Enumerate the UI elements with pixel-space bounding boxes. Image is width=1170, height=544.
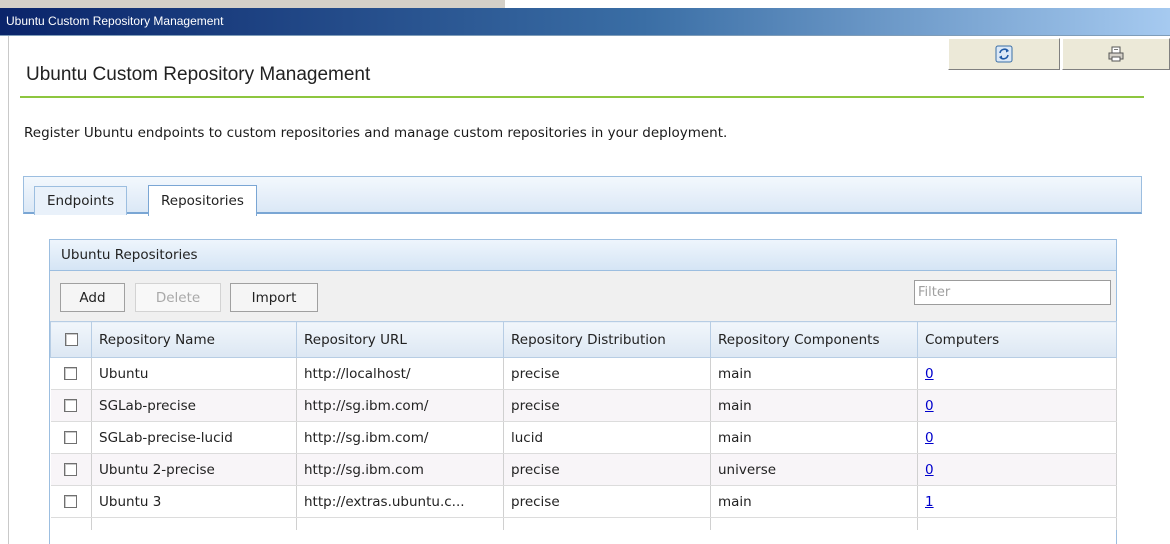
row-select-cell xyxy=(50,357,92,390)
window-titlebar: Ubuntu Custom Repository Management xyxy=(0,8,1170,36)
repository-url: http://sg.ibm.com xyxy=(296,453,504,486)
filler-cell xyxy=(503,517,711,530)
row-select-cell xyxy=(50,389,92,422)
window-title: Ubuntu Custom Repository Management xyxy=(6,14,224,28)
table-header-row: Repository Name Repository URL Repositor… xyxy=(50,321,1117,358)
refresh-icon xyxy=(995,45,1013,63)
repository-components: main xyxy=(710,357,918,390)
computers-count-link[interactable]: 0 xyxy=(925,462,934,478)
column-header-url[interactable]: Repository URL xyxy=(296,321,504,358)
filler-cell xyxy=(91,517,297,530)
select-all-checkbox[interactable] xyxy=(64,333,78,346)
repository-components: main xyxy=(710,421,918,454)
repository-distribution: precise xyxy=(503,453,711,486)
panel-title: Ubuntu Repositories xyxy=(50,239,1116,271)
import-button[interactable]: Import xyxy=(230,283,318,312)
repository-components: main xyxy=(710,389,918,422)
top-strip xyxy=(0,0,1170,8)
table-row[interactable]: SGLab-precise-lucid http://sg.ibm.com/ l… xyxy=(50,421,1117,454)
table-row[interactable]: Ubuntu 3 http://extras.ubuntu.c... preci… xyxy=(50,485,1117,518)
computers-cell: 0 xyxy=(917,453,1117,486)
page-description: Register Ubuntu endpoints to custom repo… xyxy=(24,125,728,141)
row-checkbox[interactable] xyxy=(64,367,78,380)
print-button[interactable] xyxy=(1062,38,1170,70)
select-all-cell xyxy=(50,321,92,358)
repositories-table: Repository Name Repository URL Repositor… xyxy=(50,321,1117,530)
repository-name: Ubuntu 3 xyxy=(91,485,297,518)
tab-bar: Endpoints Repositories xyxy=(23,176,1142,216)
computers-cell: 1 xyxy=(917,485,1117,518)
table-filler-row xyxy=(50,517,1117,530)
computers-cell: 0 xyxy=(917,357,1117,390)
filter-input[interactable] xyxy=(914,280,1111,305)
tab-endpoints[interactable]: Endpoints xyxy=(34,186,128,215)
computers-count-link[interactable]: 0 xyxy=(925,398,934,414)
panel-toolbar: Add Delete Import xyxy=(50,271,1116,321)
tab-repositories[interactable]: Repositories xyxy=(148,185,257,216)
repository-url: http://sg.ibm.com/ xyxy=(296,421,504,454)
heading-divider xyxy=(20,96,1144,98)
computers-cell: 0 xyxy=(917,389,1117,422)
repository-url: http://localhost/ xyxy=(296,357,504,390)
repository-name: SGLab-precise xyxy=(91,389,297,422)
row-select-cell xyxy=(50,421,92,454)
table-row[interactable]: Ubuntu http://localhost/ precise main 0 xyxy=(50,357,1117,390)
repository-distribution: precise xyxy=(503,389,711,422)
computers-count-link[interactable]: 0 xyxy=(925,430,934,446)
computers-count-link[interactable]: 1 xyxy=(925,494,934,510)
repository-components: universe xyxy=(710,453,918,486)
repository-distribution: precise xyxy=(503,485,711,518)
filler-cell xyxy=(710,517,918,530)
column-header-name[interactable]: Repository Name xyxy=(91,321,297,358)
computers-cell: 0 xyxy=(917,421,1117,454)
repositories-panel: Ubuntu Repositories Add Delete Import Re… xyxy=(49,239,1117,544)
repository-url: http://sg.ibm.com/ xyxy=(296,389,504,422)
add-button[interactable]: Add xyxy=(60,283,125,312)
refresh-button[interactable] xyxy=(948,38,1060,70)
filler-cell xyxy=(296,517,504,530)
repository-distribution: lucid xyxy=(503,421,711,454)
filler-cell xyxy=(917,517,1117,530)
repository-distribution: precise xyxy=(503,357,711,390)
row-checkbox[interactable] xyxy=(64,399,78,412)
repository-components: main xyxy=(710,485,918,518)
repository-name: SGLab-precise-lucid xyxy=(91,421,297,454)
filler-cell xyxy=(50,517,92,530)
column-header-distribution[interactable]: Repository Distribution xyxy=(503,321,711,358)
computers-count-link[interactable]: 0 xyxy=(925,366,934,382)
repository-name: Ubuntu xyxy=(91,357,297,390)
print-icon xyxy=(1108,46,1124,62)
row-checkbox[interactable] xyxy=(64,463,78,476)
column-header-components[interactable]: Repository Components xyxy=(710,321,918,358)
page-title: Ubuntu Custom Repository Management xyxy=(26,64,371,85)
row-checkbox[interactable] xyxy=(64,495,78,508)
table-row[interactable]: Ubuntu 2-precise http://sg.ibm.com preci… xyxy=(50,453,1117,486)
left-frame-border xyxy=(8,36,9,544)
row-checkbox[interactable] xyxy=(64,431,78,444)
column-header-computers[interactable]: Computers xyxy=(917,321,1117,358)
row-select-cell xyxy=(50,453,92,486)
table-row[interactable]: SGLab-precise http://sg.ibm.com/ precise… xyxy=(50,389,1117,422)
repository-url: http://extras.ubuntu.c... xyxy=(296,485,504,518)
repository-name: Ubuntu 2-precise xyxy=(91,453,297,486)
row-select-cell xyxy=(50,485,92,518)
delete-button[interactable]: Delete xyxy=(135,283,221,312)
window-edge xyxy=(0,0,505,8)
